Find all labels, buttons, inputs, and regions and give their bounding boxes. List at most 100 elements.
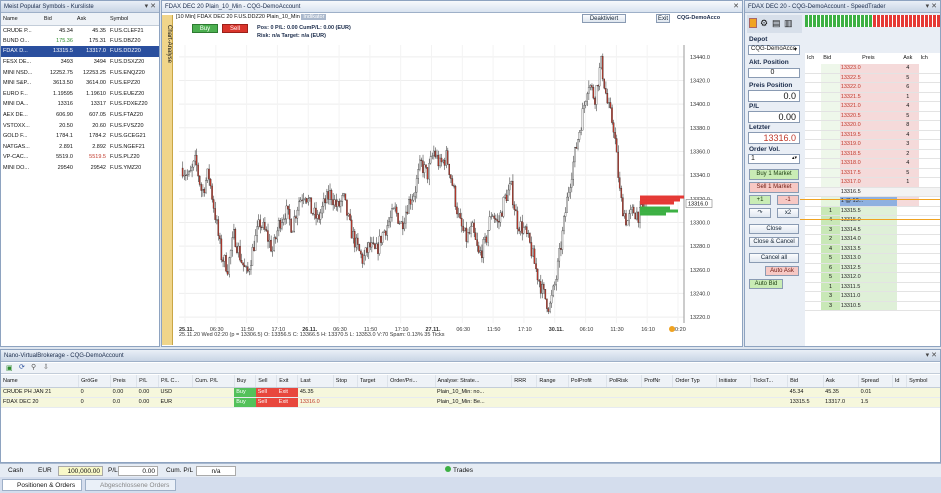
ladder-price[interactable]: 13321.0	[839, 101, 898, 112]
price-chart[interactable]: 13440.0 13420.0 13400.0 13380.0 13360.0 13340…	[174, 15, 743, 347]
ladder-ask[interactable]: 4	[897, 158, 919, 169]
ladder-ich-buy[interactable]	[805, 244, 822, 255]
ladder-bid[interactable]	[821, 101, 840, 112]
ladder-ich-buy[interactable]	[805, 92, 822, 103]
ladder-ask[interactable]	[897, 234, 919, 245]
ladder-ask[interactable]: 5	[897, 73, 919, 84]
ladder-ask[interactable]	[897, 291, 919, 302]
col-header[interactable]: Order/Pri...	[387, 375, 436, 388]
ladder-price[interactable]: 13320.0	[839, 120, 898, 131]
ladder-price[interactable]: 13322.5	[839, 73, 898, 84]
ladder-row[interactable]: 3 13310.5	[805, 301, 940, 312]
plus-one-button[interactable]: +1	[749, 195, 771, 205]
ladder-row[interactable]: 4 13313.5	[805, 244, 940, 255]
col-header[interactable]: Name	[1, 375, 80, 388]
col-header[interactable]: ProfNr	[641, 375, 674, 388]
col-bid[interactable]: Bid	[41, 13, 75, 26]
col-header[interactable]: Preis	[110, 375, 138, 388]
ladder-ich-sell[interactable]	[918, 282, 940, 293]
col-header[interactable]: Spread	[858, 375, 893, 388]
ladder-row[interactable]: 13317.0 1	[805, 177, 940, 188]
ladder-row[interactable]: 13319.0 3	[805, 139, 940, 150]
ladder-row[interactable]: 6 13312.5	[805, 263, 940, 274]
ladder-ask[interactable]	[897, 253, 919, 264]
ladder-price[interactable]: 13312.0	[839, 272, 898, 283]
ladder-bid[interactable]	[821, 92, 840, 103]
minus-one-button[interactable]: -1	[777, 195, 799, 205]
ladder-ask[interactable]	[897, 282, 919, 293]
ladder-price[interactable]: 13319.0	[839, 139, 898, 150]
quote-row[interactable]: FESX DE... 3493 3494 F.US.DSXZ20	[1, 57, 159, 68]
quote-row[interactable]: MINI S&P... 3613.50 3614.00 F.US.EPZ20	[1, 78, 159, 89]
col-header[interactable]: Analyse: Strate...	[435, 375, 513, 388]
ladder-ich-buy[interactable]	[805, 206, 822, 217]
ladder-row[interactable]: 5 13312.0	[805, 272, 940, 283]
ladder-ask[interactable]	[897, 206, 919, 217]
col-header[interactable]: PolRisk	[606, 375, 643, 388]
ladder-ask[interactable]	[897, 187, 919, 198]
col-ask[interactable]: Ask	[74, 13, 108, 26]
col-header[interactable]: Target	[357, 375, 389, 388]
ladder-ich-buy[interactable]	[805, 215, 822, 226]
ladder-price[interactable]: 13314.0	[839, 234, 898, 245]
ladder-row[interactable]: 13320.0 8	[805, 120, 940, 131]
ladder-ich-buy[interactable]	[805, 301, 822, 312]
ladder-price[interactable]: 13317.0	[839, 177, 898, 188]
ladder-ich-buy[interactable]	[805, 253, 822, 264]
ladder-ich-sell[interactable]	[918, 63, 940, 74]
ladder-ask[interactable]: 5	[897, 111, 919, 122]
ladder-bid[interactable]	[821, 149, 840, 160]
col-header[interactable]: GröGe	[78, 375, 112, 388]
ladder-bid[interactable]: 5	[821, 272, 840, 283]
ladder-price[interactable]: 13312.5	[839, 263, 898, 274]
ladder-ask[interactable]	[897, 272, 919, 283]
window-controls[interactable]: ▾ ✕	[926, 1, 937, 13]
quote-row[interactable]: EURO F... 1.19595 1.19610 F.US.EUEZ20	[1, 89, 159, 100]
ladder-ask[interactable]: 6	[897, 82, 919, 93]
ladder-price[interactable]: 13311.5	[839, 282, 898, 293]
ladder-ich-sell[interactable]	[918, 73, 940, 84]
ladder-bid[interactable]	[821, 82, 840, 93]
ladder-ich-sell[interactable]	[918, 149, 940, 160]
ladder-ich-buy[interactable]	[805, 139, 822, 150]
col-header[interactable]: Initiator	[716, 375, 752, 388]
ladder-bid[interactable]	[821, 120, 840, 131]
ladder-ask[interactable]: 1	[897, 177, 919, 188]
ladder-row[interactable]: 1 13311.5	[805, 282, 940, 293]
ladder-ich-buy[interactable]	[805, 291, 822, 302]
cancel-all-button[interactable]: Cancel all	[749, 253, 799, 263]
chart-side-tab[interactable]: Chart-Analyse	[162, 15, 173, 345]
ladder-bid[interactable]	[821, 73, 840, 84]
ladder-ich-sell[interactable]	[918, 139, 940, 150]
ladder-price[interactable]: 13318.5	[839, 149, 898, 160]
ladder-price[interactable]: 13323.0	[839, 63, 898, 74]
ladder-bid[interactable]	[821, 111, 840, 122]
ladder-ich-buy[interactable]	[805, 158, 822, 169]
ladder-bid[interactable]: 1	[821, 282, 840, 293]
col-header[interactable]: P/L C...	[158, 375, 194, 388]
col-header[interactable]: Ask	[823, 375, 860, 388]
ladder-ich-sell[interactable]	[918, 158, 940, 169]
filter-icon[interactable]: ⚲	[31, 363, 36, 371]
ladder-ich-buy[interactable]	[805, 177, 822, 188]
auto-ask-button[interactable]: Auto Ask	[765, 266, 799, 276]
ladder-price[interactable]: 13320.5	[839, 111, 898, 122]
tab-closed-orders[interactable]: Abgeschlossene Orders	[85, 479, 177, 491]
row-buy-button[interactable]: Buy	[234, 397, 256, 408]
col-header[interactable]: RRR	[511, 375, 538, 388]
quote-row[interactable]: AEX DE... 606.90 607.05 F.US.FTAZ20	[1, 110, 159, 121]
ladder-ich-sell[interactable]	[918, 253, 940, 264]
ladder-row[interactable]: 13321.5 1	[805, 92, 940, 103]
chart-tab[interactable]: FDAX DEC 20 Plain_10_Min - CQG-DemoAccou…	[162, 1, 742, 13]
ladder-ich-buy[interactable]	[805, 234, 822, 245]
export-icon[interactable]: ⇩	[43, 363, 49, 371]
position-row[interactable]: CRUDE PH JAN 21 0 0.00 0.00 USD Buy Sell Exit 45…	[1, 387, 940, 398]
ladder-row[interactable]: 13322.0 6	[805, 82, 940, 93]
sell-1-market-button[interactable]: Sell 1 Market	[749, 182, 799, 193]
ladder-ich-sell[interactable]	[918, 82, 940, 93]
settings-icon[interactable]: ⚙	[760, 18, 768, 29]
ladder-bid[interactable]	[821, 139, 840, 150]
close-icon[interactable]: ✕	[733, 1, 739, 13]
quote-row[interactable]: CRUDE P... 45.34 45.35 F.US.CLEF21	[1, 25, 159, 36]
account-select[interactable]: CQG-DemoAcco ▾	[748, 45, 800, 55]
